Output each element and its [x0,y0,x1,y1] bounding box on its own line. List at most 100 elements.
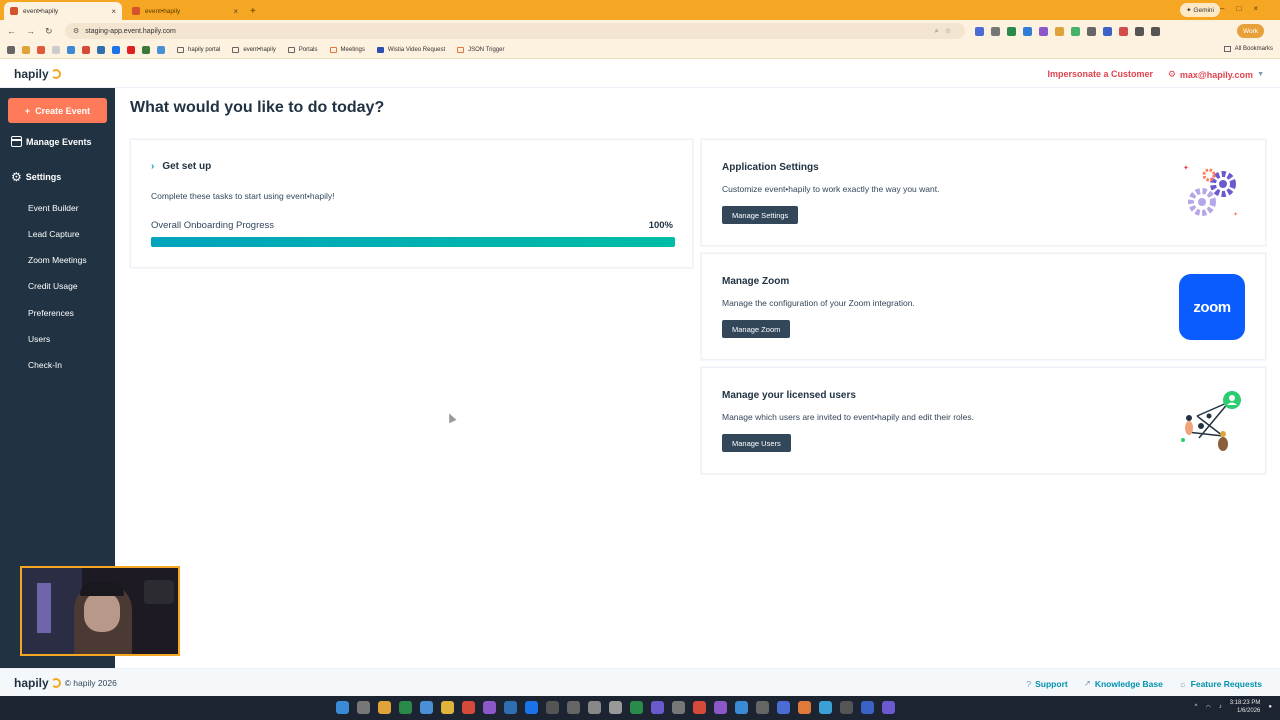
start-windows-icon[interactable] [336,701,349,714]
url-input[interactable]: ⚙ staging-app.event.hapily.com ⌕☆ [65,23,965,39]
bookmark-portals[interactable]: Portals [287,47,318,53]
extensions-puzzle-icon[interactable] [1135,26,1144,36]
linkedin-icon[interactable] [97,46,105,54]
knowledge-base-link[interactable]: ↗ Knowledge Base [1084,678,1163,689]
footer-logo[interactable]: hapily [14,676,61,690]
tray-chevron-up-icon[interactable]: ^ [1195,704,1198,710]
feature-requests-link[interactable]: ☼ Feature Requests [1179,678,1262,689]
extension-icon[interactable] [1023,26,1032,36]
taskbar-app-icon[interactable] [567,701,580,714]
manage-zoom-button[interactable]: Manage Zoom [722,320,791,338]
sidebar-item-zoom-meetings[interactable]: Zoom Meetings [28,255,87,265]
taskbar-app-icon[interactable] [357,701,370,714]
notification-bell-icon[interactable]: ● [1268,704,1272,710]
browser-tab[interactable]: event•hapily × [126,2,244,20]
back-arrow-icon[interactable]: ← [7,26,16,37]
chrome-icon[interactable] [420,701,433,714]
extension-icon[interactable] [1103,26,1112,36]
bookmark-label: JSON Trigger [468,47,505,53]
taskbar-app-icon[interactable] [693,701,706,714]
volume-icon[interactable]: ♪ [1219,704,1222,710]
taskbar-app-icon[interactable] [546,701,559,714]
bookmark-hapily-portal[interactable]: hapily portal [177,47,220,53]
manage-users-button[interactable]: Manage Users [722,434,791,452]
all-bookmarks[interactable]: All Bookmarks [1223,46,1273,52]
gmail-icon[interactable] [82,46,90,54]
impersonate-customer-link[interactable]: Impersonate a Customer [1047,69,1153,79]
taskbar-app-icon[interactable] [483,701,496,714]
forward-arrow-icon[interactable]: → [26,26,35,37]
youtube-icon[interactable] [127,46,135,54]
side-panel-icon[interactable] [1151,26,1160,36]
bookmark-json-trigger[interactable]: JSON Trigger [457,47,504,53]
taskbar-app-icon[interactable] [399,701,412,714]
taskbar-app-icon[interactable] [798,701,811,714]
file-explorer-icon[interactable] [441,701,454,714]
taskbar-app-icon[interactable] [630,701,643,714]
taskbar-app-icon[interactable] [756,701,769,714]
extension-icon[interactable] [1007,26,1016,36]
extension-icon[interactable] [1071,26,1080,36]
setup-description: Complete these tasks to start using even… [151,191,335,201]
manage-settings-button[interactable]: Manage Settings [722,206,799,224]
taskbar-app-icon[interactable] [714,701,727,714]
reload-icon[interactable]: ↻ [45,26,53,37]
close-tab-icon[interactable]: × [111,7,116,16]
taskbar-app-icon[interactable] [882,701,895,714]
drive-icon[interactable] [112,46,120,54]
extension-icon[interactable] [1087,26,1096,36]
chrome-icon[interactable] [378,701,391,714]
sidebar-item-check-in[interactable]: Check-In [28,360,62,370]
gemini-button[interactable]: ✦ Gemini [1180,3,1220,17]
extension-icon[interactable] [1119,26,1128,36]
extension-icon[interactable] [1055,26,1064,36]
star-icon[interactable] [37,46,45,54]
new-tab-icon[interactable]: + [250,6,256,20]
taskbar-app-icon[interactable] [819,701,832,714]
browser-tab-active[interactable]: event•hapily × [4,2,122,20]
taskbar-app-icon[interactable] [840,701,853,714]
sidebar-item-manage-events[interactable]: Manage Events [11,136,92,147]
taskbar-app-icon[interactable] [609,701,622,714]
taskbar-app-icon[interactable] [861,701,874,714]
hapily-logo[interactable]: hapily [14,67,61,81]
site-info-icon[interactable]: ⚙ [73,27,79,35]
bookmark-icon[interactable] [52,46,60,54]
bookmark-wistia[interactable]: Wistia Video Request [376,47,445,53]
omnibox-actions[interactable]: ⌕☆ [935,27,957,36]
sidebar-item-credit-usage[interactable]: Credit Usage [28,281,78,291]
bookmark-event-hapily[interactable]: event•hapily [232,47,276,53]
app-footer: hapily © hapily 2026 ? Support ↗ Knowledge… [0,668,1280,696]
close-tab-icon[interactable]: × [233,7,238,16]
taskbar-app-icon[interactable] [651,701,664,714]
taskbar-app-icon[interactable] [735,701,748,714]
profile-button[interactable]: Work [1236,24,1264,38]
taskbar-app-icon[interactable] [672,701,685,714]
bookmark-meetings[interactable]: Meetings [329,47,365,53]
user-menu[interactable]: ⚙ max@hapily.com ▼ [1168,69,1264,80]
bookmark-icon[interactable] [22,46,30,54]
sidebar-item-event-builder[interactable]: Event Builder [28,203,79,213]
taskbar-app-icon[interactable] [588,701,601,714]
create-event-button[interactable]: + Create Event [8,98,107,123]
bookmark-icon[interactable] [142,46,150,54]
get-set-up-toggle[interactable]: › Get set up [151,161,211,172]
taskbar-clock[interactable]: 3:18:23 PM 1/6/2026 [1230,699,1261,715]
support-link[interactable]: ? Support [1026,678,1067,689]
bookmark-icon[interactable] [157,46,165,54]
sidebar-item-users[interactable]: Users [28,334,50,344]
window-controls[interactable]: –□× [1220,4,1270,13]
extension-icon[interactable] [975,26,984,36]
sidebar-item-settings[interactable]: ⚙ Settings [11,171,61,183]
wifi-icon[interactable]: ◠ [1205,704,1210,711]
sidebar-item-lead-capture[interactable]: Lead Capture [28,229,80,239]
taskbar-app-icon[interactable] [462,701,475,714]
taskbar-app-icon[interactable] [504,701,517,714]
extension-icon[interactable] [991,26,1000,36]
extension-icon[interactable] [1039,26,1048,36]
taskbar-app-icon[interactable] [777,701,790,714]
bookmark-icon[interactable] [67,46,75,54]
apps-grid-icon[interactable] [7,46,15,54]
sidebar-item-preferences[interactable]: Preferences [28,308,74,318]
taskbar-app-icon[interactable] [525,701,538,714]
